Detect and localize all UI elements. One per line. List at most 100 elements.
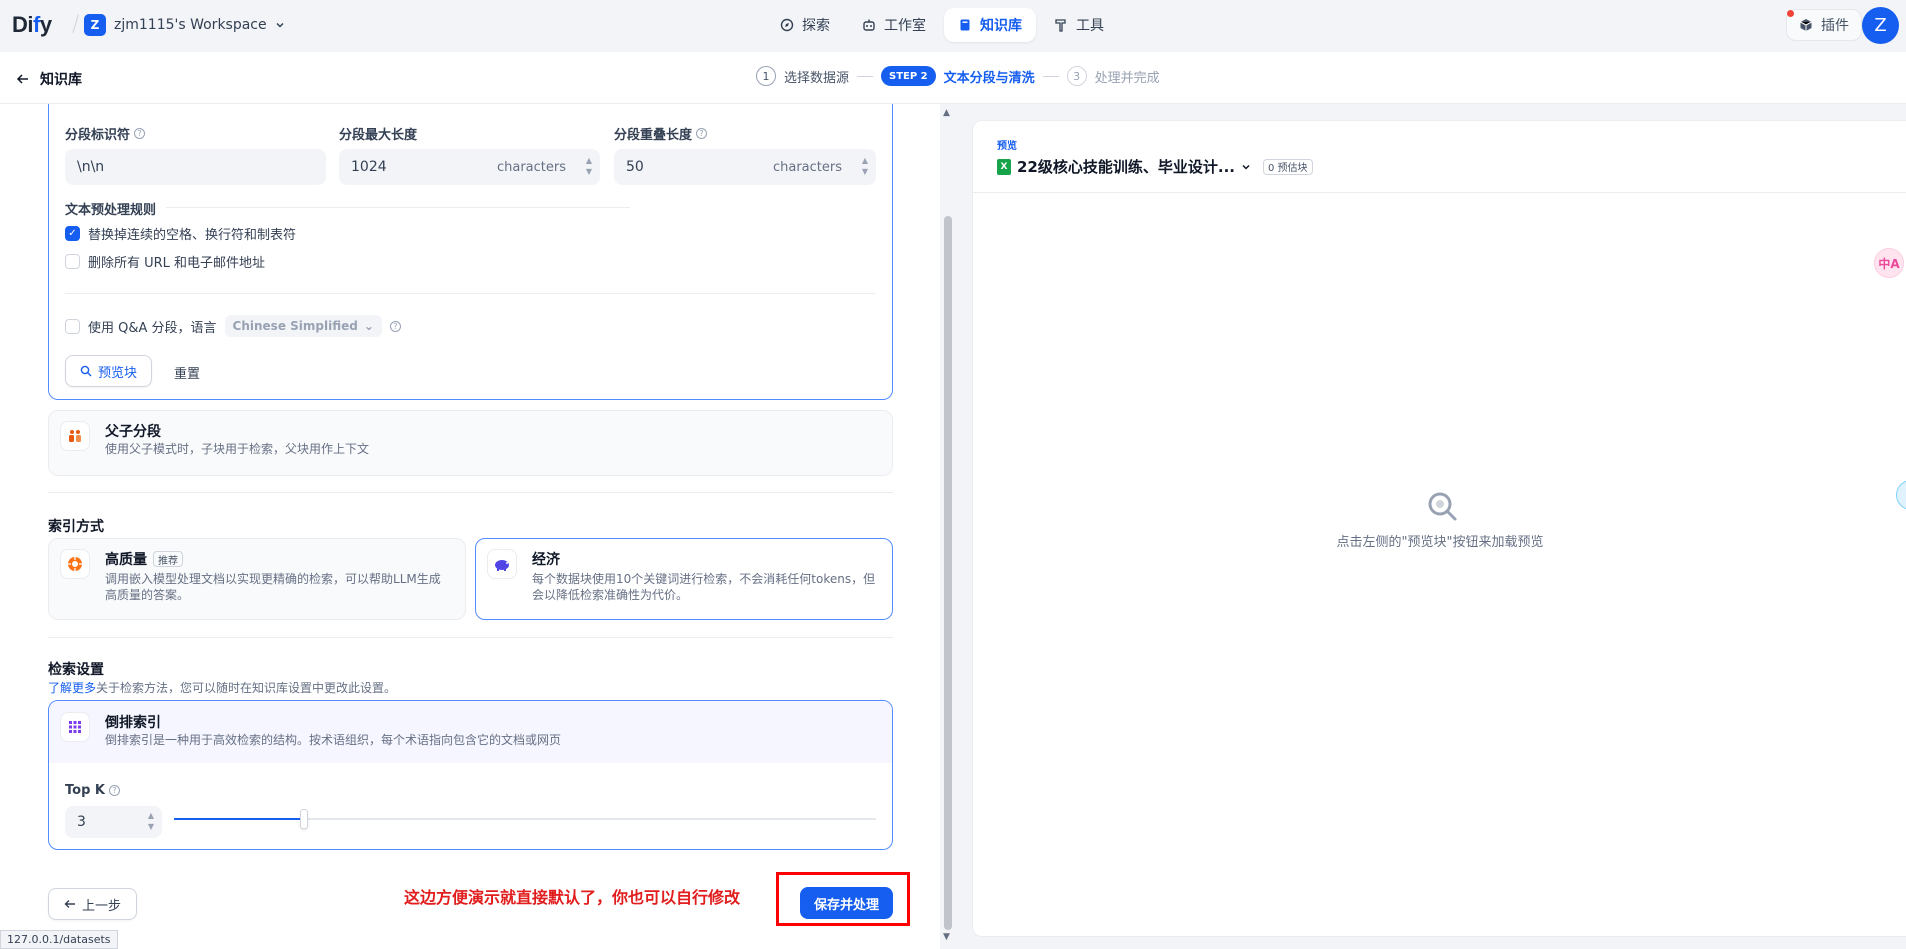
reset-button[interactable]: 重置 [174, 363, 200, 382]
nav-knowledge[interactable]: 知识库 [944, 8, 1036, 42]
nav-tools[interactable]: 工具 [1040, 8, 1118, 42]
help-icon[interactable]: ? [134, 128, 146, 139]
retrieval-hint: 了解更多关于检索方法，您可以随时在知识库设置中更改此设置。 [48, 679, 396, 696]
step-2-label: 文本分段与清洗 [943, 70, 1035, 86]
nav-explore[interactable]: 探索 [766, 8, 844, 42]
qa-label: 使用 Q&A 分段，语言 [88, 320, 217, 336]
back-to-knowledge[interactable]: 知识库 [16, 69, 82, 89]
topk-input[interactable]: 3 ▲ ▼ [65, 806, 162, 838]
topk-value: 3 [77, 814, 86, 830]
parent-child-desc: 使用父子模式时，子块用于检索，父块用作上下文 [105, 442, 370, 456]
economy-title: 经济 [532, 552, 560, 568]
topk-slider[interactable] [174, 809, 876, 829]
preview-file-name: 22级核心技能训练、毕业设计... [1017, 158, 1235, 176]
step-1-label: 选择数据源 [784, 70, 850, 86]
scrollbar-thumb[interactable] [944, 216, 952, 930]
plugins-label: 插件 [1821, 18, 1849, 34]
remove-urls-checkbox[interactable]: 删除所有 URL 和电子邮件地址 [65, 252, 265, 271]
topk-label: Top K? [65, 783, 120, 798]
replace-spaces-checkbox[interactable]: ✓ 替换掉连续的空格、换行符和制表符 [65, 224, 296, 243]
help-icon[interactable]: ? [696, 128, 708, 139]
grid-icon [60, 712, 90, 742]
qa-language-value: Chinese Simplified [232, 319, 358, 333]
settings-panel: 分段标识符? \n\n 分段最大长度 1024 characters ▲ ▼ 分段… [0, 104, 940, 949]
overlap-unit: characters [772, 159, 842, 175]
scrollbar[interactable]: ▲ ▼ [943, 108, 952, 942]
preview-chunks-label: 预览块 [97, 365, 137, 381]
high-quality-option[interactable]: 高质量 推荐 调用嵌入模型处理文档以实现更精确的检索，可以帮助LLM生成 高质量的答… [48, 538, 466, 620]
user-avatar[interactable]: Z [1862, 7, 1899, 44]
workspace-badge: Z [84, 14, 106, 36]
plugins-button[interactable]: 插件 [1786, 9, 1862, 41]
nav-explore-label: 探索 [802, 18, 830, 34]
parent-child-title: 父子分段 [105, 424, 161, 440]
retrieval-settings-title: 检索设置 [48, 662, 104, 678]
nav-studio[interactable]: 工作室 [848, 8, 940, 42]
stepper: 1 选择数据源 STEP 2 文本分段与清洗 3 处理并完成 [756, 66, 1160, 86]
stepper-arrows-icon[interactable]: ▲ ▼ [862, 155, 868, 177]
scroll-up-icon[interactable]: ▲ [943, 108, 950, 118]
divider [65, 293, 875, 294]
previous-step-label: 上一步 [81, 898, 121, 914]
help-icon[interactable]: ? [108, 785, 120, 796]
stepper-arrows-icon[interactable]: ▲ ▼ [148, 810, 154, 832]
step-3-number: 3 [1066, 66, 1087, 86]
replace-spaces-label: 替换掉连续的空格、换行符和制表符 [88, 228, 297, 243]
status-bar-url: 127.0.0.1/datasets [0, 930, 118, 949]
checkbox-box [65, 318, 80, 334]
overlap-input[interactable]: 50 characters ▲ ▼ [614, 149, 876, 185]
preview-panel: 预览 X 22级核心技能训练、毕业设计... 0 预估块 点击左侧的"预览块"按… [972, 120, 1906, 937]
inverted-index-title: 倒排索引 [105, 715, 161, 731]
inverted-index-desc: 倒排索引是一种用于高效检索的结构。按术语组织，每个术语指向包含它的文档或网页 [105, 733, 562, 747]
preprocess-label: 文本预处理规则 [65, 203, 157, 218]
recommended-tag: 推荐 [153, 551, 183, 567]
step-1-number: 1 [756, 66, 776, 86]
stepper-arrows-icon[interactable]: ▲ ▼ [586, 155, 592, 177]
main-nav: 探索 工作室 知识库 工具 [766, 8, 1118, 42]
parent-child-option[interactable]: 父子分段 使用父子模式时，子块用于检索，父块用作上下文 [48, 410, 893, 476]
dify-logo[interactable]: Dify [12, 12, 52, 38]
chevron-down-icon: ⌄ [363, 319, 374, 333]
economy-option[interactable]: 经济 每个数据块使用10个关键词进行检索，不会消耗任何tokens，但 会以降低检… [475, 538, 893, 620]
scroll-down-icon[interactable]: ▼ [943, 932, 950, 942]
preview-chunks-button[interactable]: 预览块 [65, 355, 152, 387]
check-icon: ✓ [65, 226, 80, 241]
max-length-value: 1024 [351, 159, 387, 175]
workspace-name: zjm1115's Workspace [114, 17, 267, 33]
divider [48, 492, 893, 493]
search-icon [80, 365, 92, 377]
chevron-down-icon [276, 22, 284, 28]
chevron-down-icon [1242, 164, 1250, 170]
save-and-process-button[interactable]: 保存并处理 [800, 887, 893, 919]
excel-file-icon: X [997, 158, 1011, 175]
inverted-index-card[interactable]: 倒排索引 倒排索引是一种用于高效检索的结构。按术语组织，每个术语指向包含它的文档… [48, 700, 893, 850]
divider [48, 637, 893, 638]
robot-icon [863, 19, 875, 31]
identifier-input[interactable]: \n\n [65, 149, 326, 185]
help-icon[interactable]: ? [389, 320, 401, 332]
max-length-input[interactable]: 1024 characters ▲ ▼ [339, 149, 600, 185]
identifier-label: 分段标识符? [65, 124, 146, 143]
cube-icon [1800, 19, 1812, 31]
step-3-label: 处理并完成 [1094, 70, 1160, 86]
step-2-tag: STEP 2 [881, 66, 936, 86]
compass-icon [780, 18, 794, 32]
qa-language-select[interactable]: Chinese Simplified ⌄ [224, 315, 382, 337]
hammer-icon [1055, 19, 1066, 32]
overlap-label: 分段重叠长度? [614, 124, 708, 143]
search-empty-icon [1428, 492, 1457, 521]
chunk-count-badge: 0 预估块 [1262, 158, 1313, 175]
high-quality-icon [60, 549, 90, 579]
learn-more-link[interactable]: 了解更多 [48, 681, 96, 695]
translate-float-button[interactable]: 中A [1874, 248, 1904, 278]
step-header: 知识库 1 选择数据源 STEP 2 文本分段与清洗 3 处理并完成 [0, 52, 1906, 104]
index-method-title: 索引方式 [48, 519, 104, 535]
qa-checkbox[interactable]: 使用 Q&A 分段，语言 Chinese Simplified ⌄ ? [65, 315, 401, 337]
remove-urls-label: 删除所有 URL 和电子邮件地址 [88, 256, 266, 271]
top-navigation: Dify / Z zjm1115's Workspace 探索 工作室 知识库 … [0, 0, 1906, 52]
previous-step-button[interactable]: 上一步 [48, 888, 137, 920]
preview-label: 预览 [997, 141, 1017, 152]
topk-slider-thumb[interactable] [299, 809, 308, 829]
workspace-switcher[interactable]: Z zjm1115's Workspace [84, 14, 285, 36]
preview-file-selector[interactable]: X 22级核心技能训练、毕业设计... 0 预估块 [997, 156, 1313, 177]
